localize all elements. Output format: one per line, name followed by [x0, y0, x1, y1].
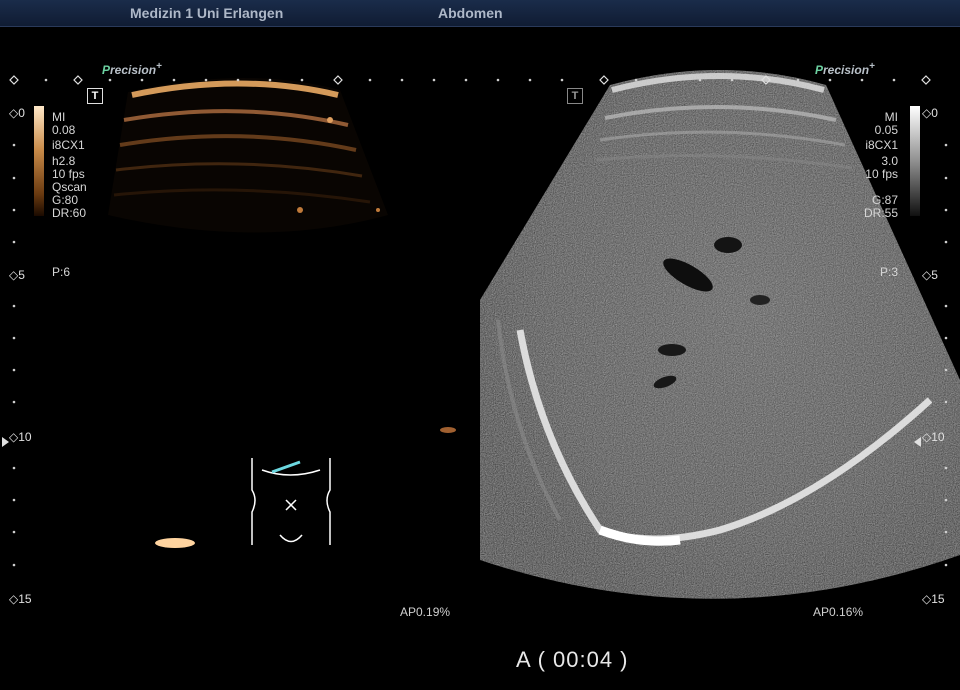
left-param-list: MI 0.08 i8CX1 h2.8 10 fps Qscan G:80 DR:… [52, 111, 87, 220]
left-colormap-bar [34, 106, 44, 216]
cine-timer: A ( 00:04 ) [516, 647, 629, 672]
left-mi-value: 0.08 [52, 123, 76, 137]
left-probe: i8CX1 [52, 138, 85, 152]
precision-brand-left: Precision+ [102, 61, 162, 77]
depth-left-15: ◇15 [9, 592, 32, 606]
right-mode-icon[interactable]: T [567, 88, 583, 104]
depth-left-5: ◇5 [9, 268, 25, 282]
left-dynamic-range: DR:60 [52, 206, 87, 220]
body-marker-icon [251, 458, 331, 545]
left-mode-icon[interactable]: T [87, 88, 103, 104]
right-framerate: 10 fps [865, 167, 898, 181]
ultrasound-image-area[interactable] [0, 0, 960, 690]
left-persistence: P:6 [52, 265, 71, 279]
depth-right-10: ◇10 [922, 430, 945, 444]
left-acoustic-power: AP0.19% [400, 605, 451, 619]
right-probe: i8CX1 [865, 138, 898, 152]
depth-right-0: ◇0 [922, 106, 938, 120]
depth-left-10: ◇10 [9, 430, 32, 444]
right-mi-value: 0.05 [874, 123, 898, 137]
right-colormap-bar [910, 106, 920, 216]
depth-right-15: ◇15 [922, 592, 945, 606]
depth-right-5: ◇5 [922, 268, 938, 282]
right-persistence: P:3 [879, 265, 898, 279]
depth-left-0: ◇0 [9, 106, 25, 120]
focus-marker-left-icon[interactable] [2, 437, 9, 447]
right-param-list: MI 0.05 i8CX1 3.0 10 fps G:87 DR:55 [864, 111, 898, 220]
right-dynamic-range: DR:55 [863, 206, 898, 220]
precision-brand-right: Precision+ [815, 61, 875, 77]
contrast-image [108, 77, 456, 548]
right-acoustic-power: AP0.16% [813, 605, 864, 619]
focus-marker-right-icon[interactable] [914, 437, 921, 447]
